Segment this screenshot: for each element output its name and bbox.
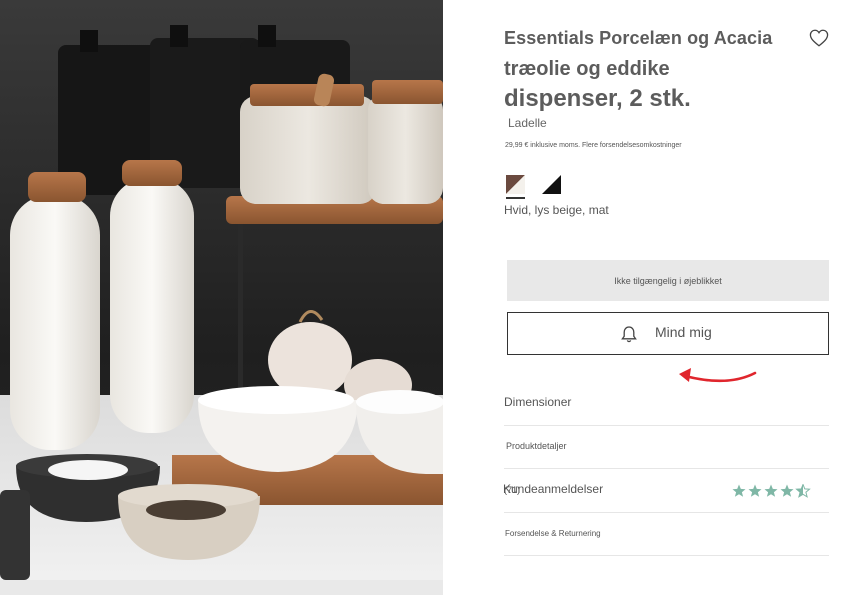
star-icon [748, 484, 762, 497]
product-title: Essentials Porcelæn og Acacia træolie og… [504, 26, 804, 114]
heart-icon[interactable] [809, 29, 829, 47]
price-note: 29,99 € inklusive moms. Flere forsendels… [505, 142, 682, 149]
product-info-panel: Essentials Porcelæn og Acacia træolie og… [443, 0, 846, 595]
accordion-dimensions-label: Dimensioner [504, 395, 572, 409]
star-icon [764, 484, 778, 497]
accordion-product-details[interactable]: Produktdetaljer [504, 426, 829, 469]
star-half-icon [796, 484, 810, 498]
unavailable-button: Ikke tilgængelig i øjeblikket [507, 260, 829, 301]
accordion-shipping-label: Forsendelse & Returnering [505, 529, 601, 538]
selected-swatch-indicator [506, 197, 525, 199]
color-swatch-brown-white[interactable] [506, 175, 525, 194]
product-title-line-2: træolie og eddike [504, 58, 670, 80]
product-title-line-1: Essentials Porcelæn og Acacia [504, 28, 773, 48]
remind-me-label: Mind mig [655, 324, 712, 340]
accordion-dimensions[interactable]: Dimensioner [504, 383, 829, 426]
product-title-line-3: dispenser, 2 stk. [504, 85, 691, 112]
star-icon [780, 484, 794, 497]
accordion-reviews[interactable]: Kundeanmeldelser (71) [503, 469, 829, 513]
color-swatch-black-white[interactable] [542, 175, 561, 194]
remind-me-button[interactable]: Mind mig [507, 312, 829, 355]
product-photo [0, 0, 443, 595]
review-count: (71) [504, 485, 521, 495]
bell-icon [621, 326, 637, 343]
accordion-shipping-returns[interactable]: Forsendelse & Returnering [504, 513, 829, 556]
selected-color-label: Hvid, lys beige, mat [504, 203, 609, 217]
star-icon [732, 484, 746, 497]
accordion-product-details-label: Produktdetaljer [506, 441, 567, 451]
brand-name[interactable]: Ladelle [508, 116, 547, 130]
star-rating [732, 484, 810, 498]
